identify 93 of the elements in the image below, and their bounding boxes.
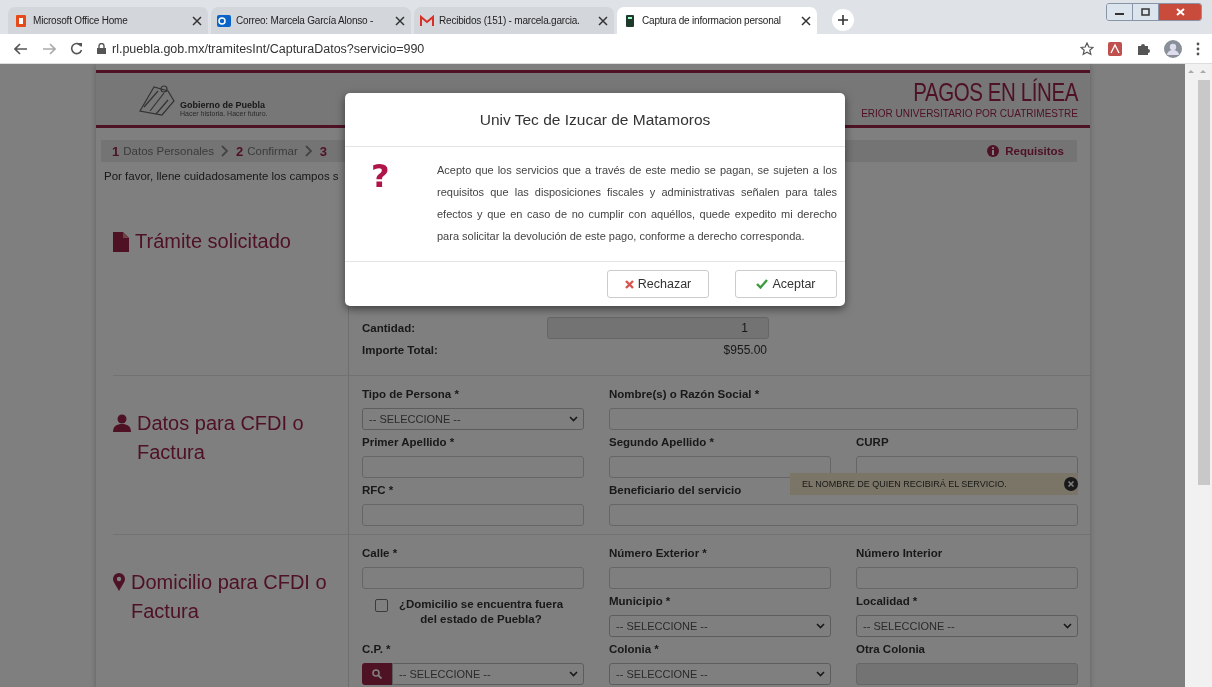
chevron-right-icon: [221, 145, 229, 157]
chevron-down-icon: [816, 623, 825, 629]
field-label: Tipo de Persona *: [362, 387, 459, 402]
menu-icon[interactable]: [1196, 41, 1200, 56]
step-label: Confirmar: [247, 145, 298, 157]
close-icon[interactable]: [801, 15, 811, 26]
browser-tab[interactable]: Recibidos (151) - marcela.garcia.: [414, 7, 614, 34]
star-icon[interactable]: [1080, 41, 1094, 56]
info-icon: [987, 145, 1000, 157]
check-icon: [756, 279, 769, 289]
dialog-message: Acepto que los servicios que a través de este medio se pagan, se sujeten a los requisitos que las disposiciones fiscales y administrativas señalen para tales efectos y que en caso de no cumplir con aquéllos, quede expedito mi derecho para solicitar la devolución de este pago, conforme a derecho corresponda.: [437, 163, 837, 244]
question-mark-icon: ?: [371, 159, 390, 247]
reload-icon[interactable]: [70, 42, 83, 55]
search-button[interactable]: [362, 663, 392, 685]
checkbox[interactable]: [375, 599, 388, 612]
file-icon: [113, 232, 129, 252]
organization-name: Gobierno de Puebla: [180, 100, 266, 110]
close-icon[interactable]: [395, 15, 405, 26]
dropdown[interactable]: -- SELECCIONE --: [609, 615, 831, 637]
step-number: 1: [112, 143, 120, 159]
minimize-button[interactable]: [1107, 4, 1133, 20]
address-bar[interactable]: rl.puebla.gob.mx/tramitesInt/CapturaDatos?servicio=990: [112, 41, 425, 56]
text-field[interactable]: [609, 456, 831, 478]
summary-label: Importe Total:: [362, 344, 439, 356]
close-icon[interactable]: [192, 15, 202, 26]
section-title: Datos para CFDI o Factura: [137, 411, 305, 465]
square-icon: [14, 13, 28, 28]
chevron-down-icon: [1063, 623, 1072, 629]
accept-button[interactable]: Aceptar: [735, 270, 837, 298]
close-button[interactable]: [1159, 4, 1201, 20]
field-label: Localidad *: [856, 594, 918, 609]
chevron-right-icon: [304, 145, 313, 157]
maximize-icon: [1141, 8, 1150, 16]
document-icon: [623, 13, 637, 28]
field-label: Número Exterior *: [609, 546, 707, 561]
text-field[interactable]: [362, 504, 584, 526]
field-label: Colonia *: [609, 642, 659, 657]
plus-icon: [837, 14, 849, 26]
field-label: C.P. *: [362, 642, 391, 657]
dialog-title: Univ Tec de Izucar de Matamoros: [479, 110, 711, 129]
field-label: RFC *: [362, 483, 394, 498]
user-icon: [113, 414, 131, 432]
section-title: Trámite solicitado: [135, 229, 291, 254]
text-field[interactable]: [609, 504, 1078, 526]
step-number: 2: [236, 143, 244, 159]
pdf-extension-icon[interactable]: [1108, 41, 1122, 56]
summary-label: Cantidad:: [362, 322, 417, 334]
field-label: Beneficiario del servicio: [609, 483, 742, 498]
close-icon[interactable]: [598, 15, 608, 26]
step-number: 3: [319, 143, 327, 159]
map-marker-icon: [113, 573, 125, 591]
dropdown[interactable]: -- SELECCIONE --: [856, 615, 1078, 637]
x-icon: [624, 279, 634, 289]
field-label: Otra Colonia: [856, 642, 925, 657]
dropdown[interactable]: -- SELECCIONE --: [362, 408, 584, 430]
text-field[interactable]: [362, 456, 584, 478]
dropdown[interactable]: -- SELECCIONE --: [392, 663, 584, 685]
quantity-field: 1: [547, 317, 769, 339]
text-field[interactable]: [609, 567, 831, 589]
page-title: PAGOS EN LÍNEA: [913, 77, 1078, 107]
checkbox-label: ¿Domicilio se encuentra fuera del estado de Puebla?: [397, 597, 565, 627]
field-label: Calle *: [362, 546, 398, 561]
step-label: Datos Personales: [123, 145, 214, 157]
puzzle-icon[interactable]: [1136, 41, 1150, 56]
field-label: Número Interior: [856, 546, 943, 561]
lock-icon: [97, 43, 106, 54]
back-arrow-icon[interactable]: [14, 42, 28, 55]
search-icon: [372, 669, 382, 679]
chevron-down-icon: [816, 671, 825, 677]
new-tab-button[interactable]: [832, 9, 854, 31]
close-icon: [1175, 8, 1185, 16]
summary-value: $955.00: [722, 343, 768, 357]
avatar-icon[interactable]: [1164, 39, 1182, 58]
browser-tab[interactable]: Captura de informacion personal: [617, 7, 817, 34]
field-label: Primer Apellido *: [362, 435, 455, 450]
chevron-down-icon: [569, 671, 578, 677]
text-field[interactable]: [856, 567, 1078, 589]
instructions-text: Por favor, llene cuidadosamente los campos s: [104, 169, 339, 184]
text-field[interactable]: [609, 408, 1078, 430]
field-label: Segundo Apellido *: [609, 435, 714, 450]
text-field[interactable]: [362, 567, 584, 589]
browser-tab[interactable]: Microsoft Office Home: [8, 7, 208, 34]
browser-tab[interactable]: Correo: Marcela García Alonso -: [211, 7, 411, 34]
dropdown[interactable]: -- SELECCIONE --: [609, 663, 831, 685]
tooltip-text: EL NOMBRE DE QUIEN RECIBIRÁ EL SERVICIO.: [802, 479, 1007, 489]
chevron-down-icon: [569, 416, 578, 422]
page-subtitle: ERIOR UNIVERSITARIO POR CUATRIMESTRE: [861, 107, 1078, 121]
section-title: Domicilio para CFDI o Factura: [131, 570, 328, 624]
reject-button[interactable]: Rechazar: [607, 270, 709, 298]
maximize-button[interactable]: [1133, 4, 1159, 20]
field-label: Nombre(s) o Razón Social *: [609, 387, 760, 402]
field-label: Municipio *: [609, 594, 671, 609]
field-label: CURP: [856, 435, 889, 450]
